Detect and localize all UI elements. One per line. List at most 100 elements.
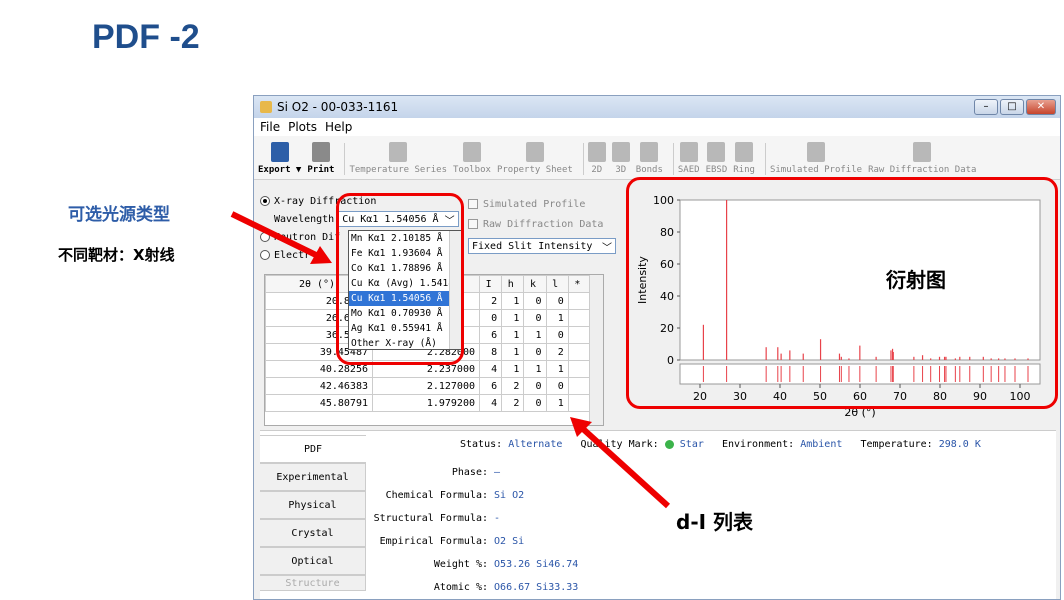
table-cell: 1: [545, 360, 569, 378]
column-header[interactable]: l: [545, 275, 569, 293]
tab-physical[interactable]: Physical: [260, 491, 366, 519]
tab-crystal[interactable]: Crystal: [260, 519, 366, 547]
star-quality-icon: [664, 439, 674, 449]
table-cell: 1: [545, 309, 569, 327]
toolbox-icon: [462, 142, 481, 162]
table-cell: [567, 377, 592, 395]
property-sheet-button[interactable]: Property Sheet: [497, 142, 573, 175]
table-cell: [567, 292, 592, 310]
tab-experimental[interactable]: Experimental: [260, 463, 366, 491]
view-2d-button[interactable]: 2D: [587, 142, 606, 175]
tab-structure[interactable]: Structure: [260, 575, 366, 591]
options-pane: Simulated Profile Raw Diffraction Data F…: [468, 194, 624, 254]
highlight-chart: [626, 177, 1058, 409]
column-header[interactable]: k: [523, 275, 547, 293]
app-icon: [260, 101, 272, 113]
raw-diffraction-button[interactable]: Raw Diffraction Data: [868, 142, 976, 175]
window-titlebar: Si O2 - 00-033-1161 – □ ✕: [254, 96, 1060, 118]
simulated-profile-button[interactable]: Simulated Profile: [770, 142, 862, 175]
saed-button[interactable]: SAED: [678, 142, 700, 175]
save-icon: [270, 142, 289, 162]
column-header[interactable]: h: [501, 275, 525, 293]
print-button[interactable]: Print: [307, 142, 334, 175]
table-row[interactable]: 42.46383 2.127000 6 2 0 0: [265, 377, 592, 395]
table-cell: 2: [501, 377, 525, 395]
tab-optical[interactable]: Optical: [260, 547, 366, 575]
property-label: Chemical Formula:: [385, 490, 488, 501]
ring-button[interactable]: Ring: [733, 142, 755, 175]
ring-icon: [735, 142, 754, 162]
ebsd-icon: [707, 142, 726, 162]
table-scrollbar[interactable]: [589, 275, 603, 425]
sheet-icon: [525, 142, 544, 162]
export-button[interactable]: Export ▼: [258, 142, 301, 175]
annotation-source-types: 可选光源类型: [68, 205, 170, 225]
toolbox-button[interactable]: Toolbox: [453, 142, 491, 175]
property-row: Phase: –: [360, 467, 500, 478]
raw-data-checkbox[interactable]: Raw Diffraction Data: [468, 214, 624, 234]
raw-data-icon: [913, 142, 932, 162]
property-value: Si O2: [494, 490, 525, 501]
property-label: Empirical Formula:: [379, 536, 488, 547]
table-cell: 0: [545, 326, 569, 344]
property-value: -: [494, 513, 501, 524]
table-cell: 2.127000: [372, 377, 480, 395]
table-cell: 0: [545, 377, 569, 395]
molecule-2d-icon: [587, 142, 606, 162]
menubar: File Plots Help: [254, 118, 1060, 136]
table-cell: 2: [501, 394, 525, 412]
table-row[interactable]: 45.80791 1.979200 4 2 0 1: [265, 394, 592, 412]
bonds-button[interactable]: Bonds: [636, 142, 663, 175]
printer-icon: [311, 142, 330, 162]
maximize-button[interactable]: □: [1000, 99, 1024, 115]
table-cell: 1: [523, 360, 547, 378]
table-cell: 1: [501, 360, 525, 378]
property-row: Atomic %: O66.67 Si33.33: [360, 582, 579, 593]
property-label: Phase:: [451, 467, 488, 478]
table-cell: 1: [501, 343, 525, 361]
table-cell: 1: [501, 292, 525, 310]
table-cell: 1: [523, 326, 547, 344]
property-value: O66.67 Si33.33: [494, 582, 579, 593]
column-header[interactable]: I: [478, 275, 503, 293]
saed-icon: [679, 142, 698, 162]
tab-pdf[interactable]: PDF: [260, 435, 366, 463]
close-button[interactable]: ✕: [1026, 99, 1056, 115]
view-3d-button[interactable]: 3D: [611, 142, 630, 175]
table-cell: 42.46383: [265, 377, 373, 395]
table-cell: 1: [501, 309, 525, 327]
temperature-series-button[interactable]: Temperature Series: [349, 142, 447, 175]
temperature-icon: [389, 142, 408, 162]
profile-icon: [807, 142, 826, 162]
bonds-icon: [640, 142, 659, 162]
table-cell: 1: [501, 326, 525, 344]
annotation-diffraction: 衍射图: [886, 268, 946, 292]
annotation-dl-list: d-I 列表: [676, 510, 754, 534]
table-cell: 6: [478, 377, 503, 395]
table-cell: [567, 394, 592, 412]
table-cell: [567, 309, 592, 327]
table-cell: 0: [523, 292, 547, 310]
table-cell: 0: [523, 343, 547, 361]
menu-plots[interactable]: Plots: [288, 120, 317, 134]
simulated-profile-checkbox[interactable]: Simulated Profile: [468, 194, 624, 214]
ebsd-button[interactable]: EBSD: [706, 142, 727, 175]
menu-help[interactable]: Help: [325, 120, 352, 134]
table-cell: [567, 326, 592, 344]
table-cell: 0: [545, 292, 569, 310]
highlight-wavelength: [336, 193, 464, 365]
table-cell: 1.979200: [372, 394, 480, 412]
table-cell: 2: [545, 343, 569, 361]
cube-3d-icon: [611, 142, 630, 162]
intensity-mode-select[interactable]: Fixed Slit Intensity ﹀: [468, 238, 616, 254]
property-label: Atomic %:: [433, 582, 488, 593]
slide-title: PDF -2: [92, 18, 200, 56]
menu-file[interactable]: File: [260, 120, 280, 134]
column-header[interactable]: *: [567, 275, 592, 293]
status-line: Status: Alternate Quality Mark: Star Env…: [460, 439, 981, 450]
table-cell: 0: [523, 394, 547, 412]
minimize-button[interactable]: –: [974, 99, 998, 115]
table-cell: 45.80791: [265, 394, 373, 412]
property-label: Structural Formula:: [373, 513, 488, 524]
window-title: Si O2 - 00-033-1161: [277, 100, 399, 114]
